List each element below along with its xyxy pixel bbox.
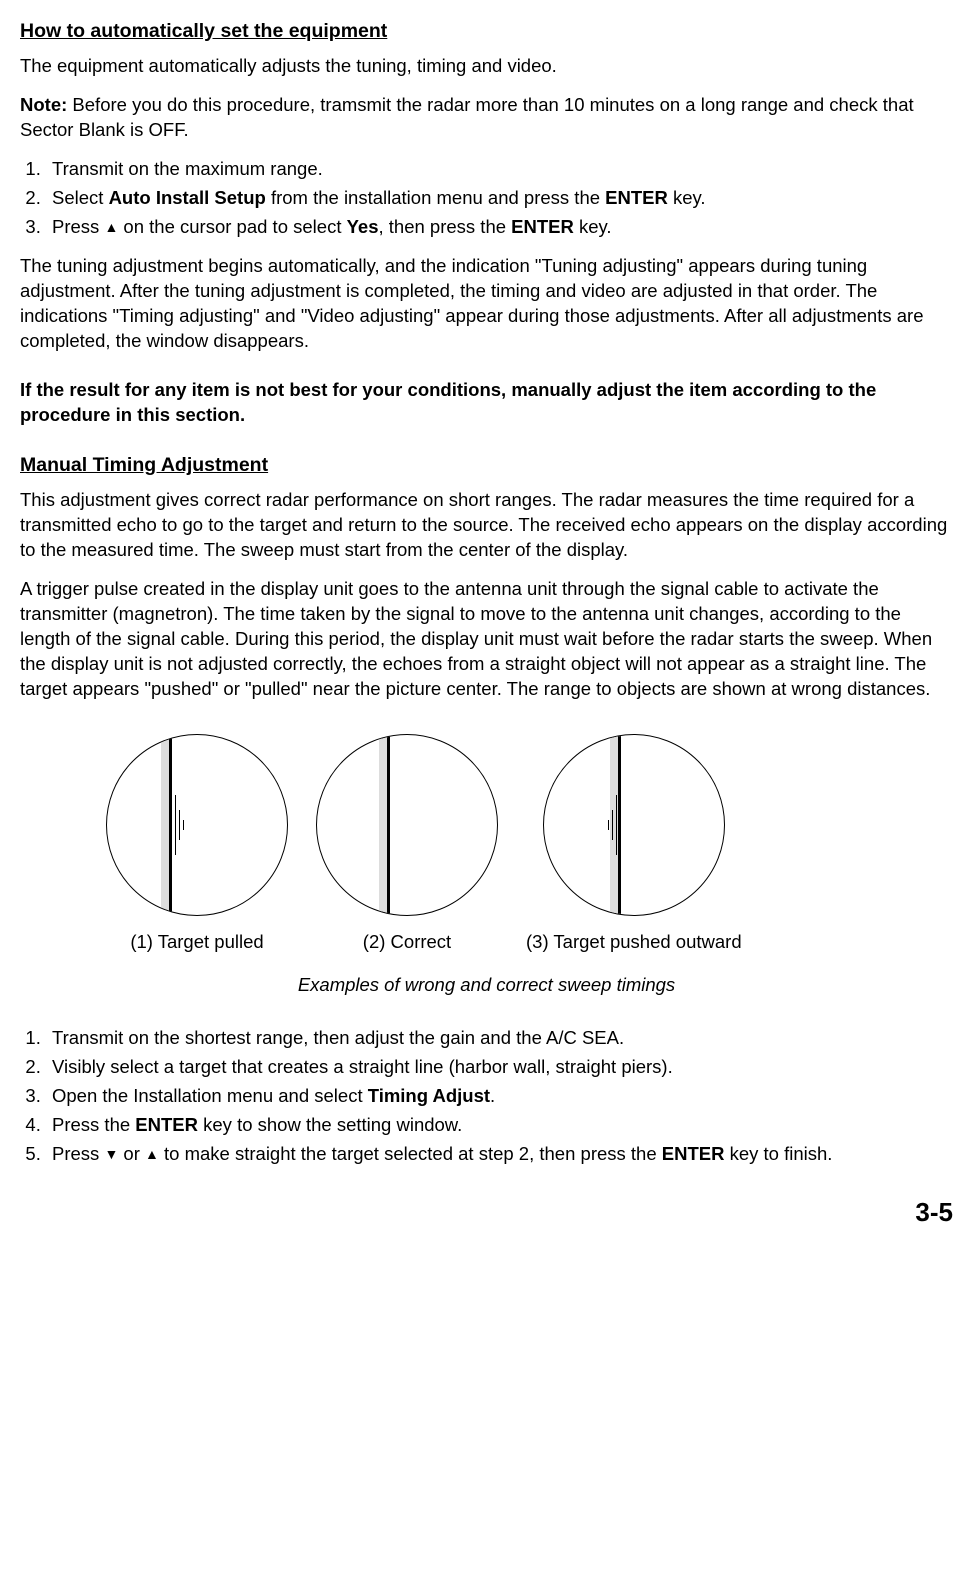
- diagram-circle-pushed: [543, 734, 725, 916]
- step-text: key.: [668, 187, 706, 208]
- section-heading-manual-timing: Manual Timing Adjustment: [20, 452, 953, 478]
- step-text: on the cursor pad to select: [118, 216, 346, 237]
- diagram-line: [608, 820, 609, 830]
- step-text: from the installation menu and press the: [266, 187, 605, 208]
- diagram-line: [175, 795, 176, 855]
- step-text: Open the Installation menu and select: [52, 1085, 368, 1106]
- paragraph-auto-intro: The equipment automatically adjusts the …: [20, 54, 953, 79]
- keyword-enter: ENTER: [605, 187, 668, 208]
- list-item: Select Auto Install Setup from the insta…: [46, 186, 953, 211]
- paragraph-tuning-explain: The tuning adjustment begins automatical…: [20, 254, 953, 354]
- step-text: key to show the setting window.: [198, 1114, 462, 1135]
- diagram-line: [618, 735, 621, 915]
- step-text: key to finish.: [724, 1143, 832, 1164]
- keyword-yes: Yes: [347, 216, 379, 237]
- page-number: 3-5: [20, 1195, 953, 1230]
- auto-steps-list: Transmit on the maximum range. Select Au…: [20, 157, 953, 240]
- figure-item-pulled: (1) Target pulled: [106, 734, 288, 955]
- step-text: key.: [574, 216, 612, 237]
- figure-sweep-timings: (1) Target pulled (2) Correct (3) Target…: [20, 734, 953, 998]
- figure-caption-1: (1) Target pulled: [130, 930, 263, 955]
- diagram-line: [387, 735, 390, 915]
- list-item: Open the Installation menu and select Ti…: [46, 1084, 953, 1109]
- keyword-auto-install-setup: Auto Install Setup: [109, 187, 266, 208]
- paragraph-manual-p2: A trigger pulse created in the display u…: [20, 577, 953, 702]
- paragraph-manual-p1: This adjustment gives correct radar perf…: [20, 488, 953, 563]
- triangle-up-icon: ▲: [104, 219, 118, 235]
- section-heading-auto-set: How to automatically set the equipment: [20, 18, 953, 44]
- diagram-circle-pulled: [106, 734, 288, 916]
- step-text: Press: [52, 1143, 104, 1164]
- triangle-up-icon: ▲: [145, 1146, 159, 1162]
- step-text: Press: [52, 216, 104, 237]
- diagram-line: [161, 735, 169, 915]
- figure-row: (1) Target pulled (2) Correct (3) Target…: [20, 734, 953, 955]
- figure-main-caption: Examples of wrong and correct sweep timi…: [20, 973, 953, 998]
- step-text: , then press the: [379, 216, 512, 237]
- figure-item-correct: (2) Correct: [316, 734, 498, 955]
- list-item: Transmit on the shortest range, then adj…: [46, 1026, 953, 1051]
- list-item: Transmit on the maximum range.: [46, 157, 953, 182]
- diagram-line: [183, 820, 184, 830]
- step-text: or: [118, 1143, 145, 1164]
- keyword-enter: ENTER: [511, 216, 574, 237]
- list-item: Visibly select a target that creates a s…: [46, 1055, 953, 1080]
- note-text: Before you do this procedure, tramsmit t…: [20, 94, 914, 140]
- list-item: Press the ENTER key to show the setting …: [46, 1113, 953, 1138]
- manual-steps-list: Transmit on the shortest range, then adj…: [20, 1026, 953, 1167]
- keyword-enter: ENTER: [662, 1143, 725, 1164]
- figure-caption-3: (3) Target pushed outward: [526, 930, 742, 955]
- figure-caption-2: (2) Correct: [363, 930, 451, 955]
- step-text: to make straight the target selected at …: [159, 1143, 662, 1164]
- diagram-line: [179, 810, 180, 840]
- note-label: Note:: [20, 94, 67, 115]
- diagram-line: [612, 810, 613, 840]
- step-text: Select: [52, 187, 109, 208]
- note-paragraph: Note: Before you do this procedure, tram…: [20, 93, 953, 143]
- keyword-timing-adjust: Timing Adjust: [368, 1085, 490, 1106]
- diagram-line: [169, 735, 172, 915]
- step-text: Press the: [52, 1114, 135, 1135]
- figure-item-pushed: (3) Target pushed outward: [526, 734, 742, 955]
- diagram-line: [616, 795, 617, 855]
- paragraph-manual-advice: If the result for any item is not best f…: [20, 378, 953, 428]
- list-item: Press ▼ or ▲ to make straight the target…: [46, 1142, 953, 1167]
- list-item: Press ▲ on the cursor pad to select Yes,…: [46, 215, 953, 240]
- diagram-circle-correct: [316, 734, 498, 916]
- diagram-line: [379, 735, 387, 915]
- keyword-enter: ENTER: [135, 1114, 198, 1135]
- step-text: .: [490, 1085, 495, 1106]
- triangle-down-icon: ▼: [104, 1146, 118, 1162]
